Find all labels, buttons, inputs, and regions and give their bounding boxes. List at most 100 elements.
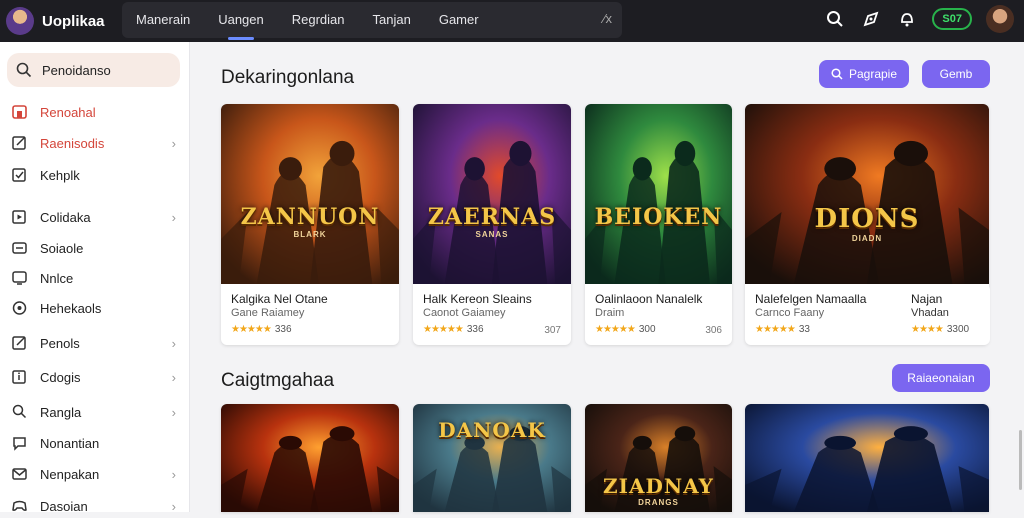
search-icon (16, 62, 32, 78)
game-art-graphic (413, 104, 571, 284)
scrollbar[interactable] (1019, 430, 1022, 490)
badge-icon (10, 299, 28, 317)
sidebar-item-label: Raenisodis (40, 135, 105, 151)
game-card[interactable]: BEIOKEN Oalinlaoon Nanalelk Draim ★★★★★ 300 3… (585, 104, 732, 345)
game-art (221, 404, 399, 512)
sidebar-item-cdogis[interactable]: Cdogis › (10, 365, 180, 389)
game-card-subtitle: Caonot Gaiamey (423, 307, 506, 319)
search-icon[interactable] (824, 8, 846, 30)
sidebar-item-label: Nnlce (40, 270, 74, 286)
app-logo-avatar (6, 7, 34, 35)
game-art-graphic (745, 104, 989, 284)
search-button-label: Pagrapie (848, 67, 898, 81)
game-card-rating: ★★★★★ 336 (231, 324, 292, 335)
game-card-rating-value: 336 (274, 324, 292, 335)
nav-tab-uangen[interactable]: Uangen (204, 2, 278, 40)
game-art: BEIOKEN (585, 104, 732, 284)
game-art-graphic (745, 404, 989, 512)
play-icon (10, 208, 28, 226)
sidebar-item-hehekaols[interactable]: Hehekaols (10, 296, 180, 320)
game-card[interactable]: Najan Vhadan ★★★★ 3300 (903, 284, 990, 345)
sidebar-item-raenisodis[interactable]: Raenisodis › (10, 131, 180, 155)
sidebar-item-label: Penols (40, 335, 80, 351)
game-art-title: DANOAK (438, 418, 546, 442)
chevron-right-icon: › (171, 135, 176, 151)
sidebar-item-soiaole[interactable]: Soiaole (10, 236, 180, 260)
mail-icon (10, 465, 28, 483)
game-card-rating-value: 33 (798, 324, 810, 335)
game-card-subtitle: Draim (595, 307, 625, 319)
compass-icon[interactable] (860, 8, 882, 30)
nav-tab-gamer[interactable]: Gamer (425, 2, 493, 38)
chevron-right-icon: › (171, 369, 176, 385)
app-name: Uoplikaa (42, 12, 105, 30)
edit-icon (10, 134, 28, 152)
sidebar-search[interactable]: Penoidanso (7, 53, 180, 87)
user-avatar[interactable] (986, 5, 1014, 33)
monitor-icon (10, 269, 28, 287)
game-card[interactable] (745, 404, 989, 512)
star-rating-icon: ★★★★★ (755, 324, 796, 335)
game-art-subtitle: BLARK (293, 230, 327, 239)
game-card-rating-value: 336 (466, 324, 484, 335)
nav-close-icon[interactable]: ⁄x (603, 11, 612, 26)
game-card[interactable]: ZIADNAY DRANGS (585, 404, 732, 512)
nav-tab-tanjan[interactable]: Tanjan (359, 2, 425, 38)
game-art-graphic (221, 104, 399, 284)
check-icon (10, 166, 28, 184)
sidebar-item-label: Kehplk (40, 167, 80, 183)
game-art-title: ZAERNAS (427, 204, 557, 230)
game-card[interactable]: DANOAK (413, 404, 571, 512)
chevron-right-icon: › (171, 335, 176, 351)
search-button[interactable]: Pagrapie (819, 60, 909, 88)
sidebar-item-renoahal[interactable]: Renoahal (10, 100, 180, 124)
game-card-rating-value: 3300 (946, 324, 970, 335)
sidebar-item-nenpakan[interactable]: Nenpakan › (10, 462, 180, 486)
game-card[interactable]: ZAERNAS SANAS Halk Kereon Sleains Caonot Ga… (413, 104, 571, 345)
game-art (745, 404, 989, 512)
chevron-right-icon: › (171, 404, 176, 420)
status-badge[interactable]: S07 (932, 8, 972, 30)
game-art-subtitle: DRANGS (638, 498, 679, 507)
game-card-rating: ★★★★★ 33 (755, 324, 810, 335)
sidebar-item-kehplk[interactable]: Kehplk (10, 163, 180, 187)
game-card-count: 306 (705, 325, 722, 336)
section-title-featured: Dekaringonlana (221, 67, 355, 88)
game-card-subtitle: Gane Raiamey (231, 307, 305, 319)
app-logo[interactable]: Uoplikaa (6, 7, 124, 35)
game-art: DIONS DIADN (745, 104, 989, 284)
sidebar-item-label: Nenpakan (40, 466, 100, 482)
search-icon (10, 403, 28, 421)
sidebar-item-nonantian[interactable]: Nonantian (10, 431, 180, 455)
bell-icon[interactable] (896, 8, 918, 30)
game-card-rating: ★★★★★ 336 (423, 324, 484, 335)
nav-tab-regrdian[interactable]: Regrdian (278, 2, 359, 38)
game-card-title: Najan (911, 292, 943, 306)
chevron-right-icon: › (171, 209, 176, 225)
info-icon (10, 368, 28, 386)
sidebar-item-label: Renoahal (40, 104, 96, 120)
card-icon (10, 239, 28, 257)
main-content: Dekaringonlana Pagrapie Gemb Caigtmgahaa… (190, 42, 1024, 512)
sidebar-item-penols[interactable]: Penols › (10, 331, 180, 355)
sidebar-item-rangla[interactable]: Rangla › (10, 400, 180, 424)
game-card-subtitle: Vhadan (911, 307, 949, 319)
edit-icon (10, 334, 28, 352)
chevron-right-icon: › (171, 498, 176, 514)
game-art-subtitle: SANAS (475, 230, 509, 239)
game-card-rating-value: 300 (638, 324, 656, 335)
secondary-button[interactable]: Gemb (922, 60, 990, 88)
sidebar-item-label: Cdogis (40, 369, 81, 385)
nav-tab-manerain[interactable]: Manerain (122, 2, 204, 38)
game-card[interactable] (221, 404, 399, 512)
game-card[interactable]: ZANNUON BLARK Kalgika Nel Otane Gane Raiame… (221, 104, 399, 345)
sidebar: Penoidanso Renoahal Raenisodis › Kehplk Coli… (0, 42, 190, 514)
view-all-button[interactable]: Raiaeonaian (892, 364, 990, 392)
sidebar-item-label: Rangla (40, 404, 82, 420)
sidebar-item-nnlce[interactable]: Nnlce (10, 266, 180, 290)
game-art: DANOAK (413, 404, 571, 512)
sidebar-item-dasoian[interactable]: Dasoian › (10, 494, 180, 518)
game-art-graphic (221, 404, 399, 512)
sidebar-item-colidaka[interactable]: Colidaka › (10, 205, 180, 229)
chevron-right-icon: › (171, 466, 176, 482)
